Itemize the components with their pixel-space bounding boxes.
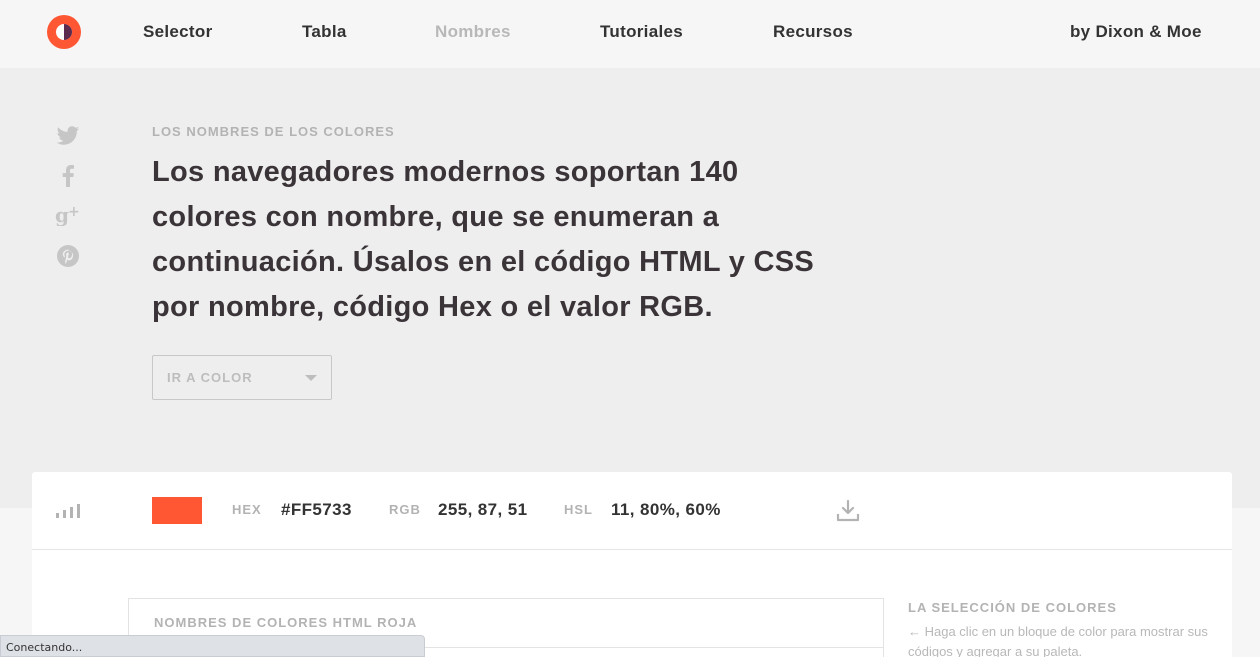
hsl-label: HSL	[564, 502, 593, 517]
color-table-title: NOMBRES DE COLORES HTML ROJA	[154, 615, 418, 630]
section-eyebrow: LOS NOMBRES DE LOS COLORES	[152, 124, 395, 139]
dropdown-label: IR A COLOR	[167, 370, 253, 385]
svg-text:+: +	[68, 204, 80, 220]
palette-instructions: ← Haga clic en un bloque de color para m…	[908, 624, 1208, 657]
google-plus-icon[interactable]: g +	[55, 202, 81, 228]
nav-link-credit[interactable]: by Dixon & Moe	[1070, 22, 1202, 42]
hsl-value[interactable]: 11, 80%, 60%	[611, 500, 721, 520]
nav-link-recursos[interactable]: Recursos	[773, 22, 853, 42]
svg-text:g: g	[55, 204, 69, 226]
top-navigation: Selector Tabla Nombres Tutoriales Recurs…	[0, 0, 1260, 68]
facebook-icon[interactable]	[55, 163, 81, 189]
rgb-value[interactable]: 255, 87, 51	[438, 500, 527, 520]
bar-chart-icon[interactable]	[56, 504, 82, 518]
nav-link-tabla[interactable]: Tabla	[302, 22, 347, 42]
logo-icon[interactable]	[47, 15, 81, 49]
page-headline: Los navegadores modernos soportan 140 co…	[152, 156, 815, 323]
download-icon[interactable]	[836, 499, 860, 523]
browser-status-bar: Conectando...	[0, 635, 425, 657]
nav-link-selector[interactable]: Selector	[143, 22, 213, 42]
nav-link-tutoriales[interactable]: Tutoriales	[600, 22, 683, 42]
go-to-color-dropdown[interactable]: IR A COLOR	[152, 355, 332, 400]
rgb-label: RGB	[389, 502, 421, 517]
pinterest-icon[interactable]	[55, 243, 81, 269]
hex-value[interactable]: #FF5733	[281, 500, 352, 520]
twitter-icon[interactable]	[55, 123, 81, 149]
nav-link-nombres[interactable]: Nombres	[435, 22, 511, 42]
hero-section: g + LOS NOMBRES DE LOS COLORES Los navega…	[0, 68, 1260, 508]
color-swatch[interactable]	[152, 497, 202, 524]
hex-label: HEX	[232, 502, 262, 517]
selected-color-bar: HEX #FF5733 RGB 255, 87, 51 HSL 11, 80%,…	[32, 472, 1232, 550]
palette-title: LA SELECCIÓN DE COLORES	[908, 600, 1117, 615]
chevron-down-icon	[305, 375, 317, 381]
